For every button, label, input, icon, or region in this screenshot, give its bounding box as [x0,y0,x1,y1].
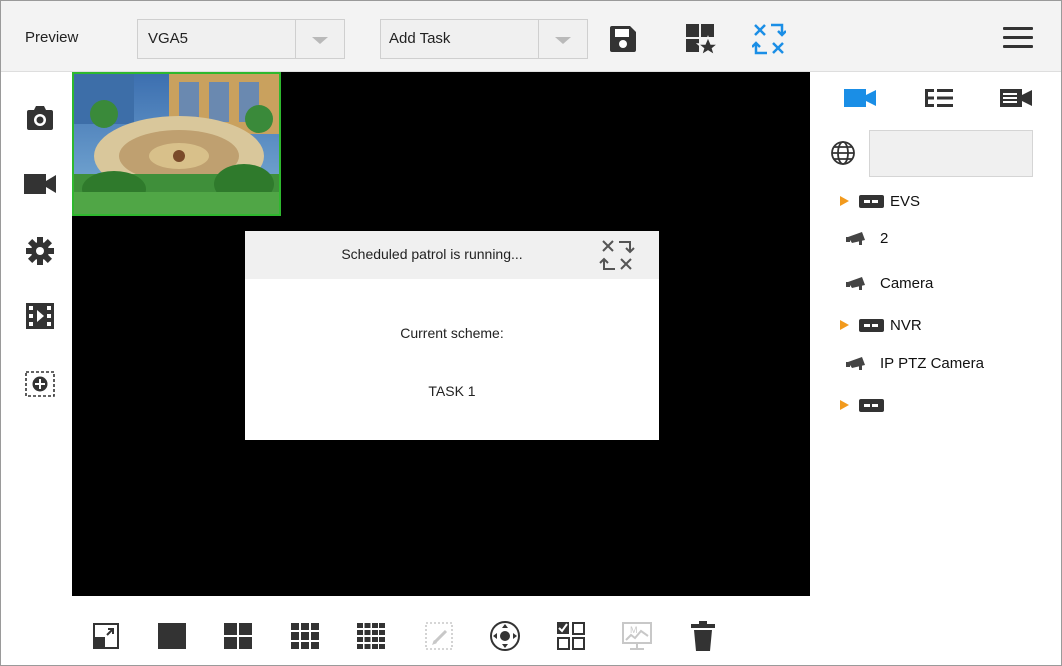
playback-film-icon[interactable] [22,298,58,334]
ptz-control-icon[interactable] [487,618,523,654]
view-select[interactable]: VGA5 [137,19,345,59]
tree-item-label: EVS [890,192,921,210]
tree-item-camera[interactable]: Camera [846,272,933,294]
expand-arrow-icon[interactable] [840,320,849,330]
task-select-divider [538,20,539,58]
dialog-title: Scheduled patrol is running... [245,246,659,262]
layout-1-icon[interactable] [154,618,190,654]
expand-arrow-icon[interactable] [840,196,849,206]
save-icon[interactable] [605,21,641,57]
globe-icon[interactable] [829,139,857,167]
task-select[interactable]: Add Task [380,19,588,59]
tree-item-label: IP PTZ Camera [880,354,984,372]
menu-icon[interactable] [1003,27,1033,49]
svg-text:M: M [630,625,638,635]
patrol-icon[interactable] [751,21,787,57]
current-scheme-value: TASK 1 [428,383,476,399]
camera-list-icon[interactable] [842,84,878,112]
camera-icon [846,277,865,290]
camera-preview-thumbnail[interactable] [72,72,281,216]
stop-patrol-icon[interactable] [599,237,635,273]
tree-item-device[interactable] [840,394,890,416]
tree-item-label: 2 [880,229,889,247]
device-search-input[interactable] [869,130,1033,177]
tree-item-ip-ptz-camera[interactable]: IP PTZ Camera [846,352,984,374]
layout-9-icon[interactable] [287,618,323,654]
custom-layout-icon[interactable] [421,618,457,654]
camera-snapshot-icon[interactable] [22,100,58,136]
tree-item-camera-2[interactable]: 2 [846,227,888,249]
chevron-down-icon[interactable] [312,37,328,44]
tree-item-nvr[interactable]: NVR [840,314,922,336]
current-scheme-label: Current scheme: [400,325,504,341]
view-select-divider [295,20,296,58]
monitor-icon[interactable]: M [619,618,655,654]
settings-gear-icon[interactable] [22,233,58,269]
top-toolbar: Preview VGA5 Add Task [1,1,1061,72]
layout-4-icon[interactable] [220,618,256,654]
fullscreen-icon[interactable] [88,618,124,654]
group-list-icon[interactable] [921,84,957,112]
add-window-icon[interactable] [22,366,58,402]
dialog-title-text: Scheduled patrol is running... [341,246,523,262]
device-icon [859,318,884,332]
multi-select-icon[interactable] [553,618,589,654]
view-list-icon[interactable] [998,84,1034,112]
page-title: Preview [25,29,79,46]
chevron-down-icon[interactable] [555,37,571,44]
video-record-icon[interactable] [22,166,58,202]
tree-item-evs[interactable]: EVS [840,190,920,212]
expand-arrow-icon[interactable] [840,400,849,410]
camera-icon [846,232,865,245]
favorite-view-icon[interactable] [683,21,719,57]
tree-item-label: NVR [890,316,922,334]
delete-icon[interactable] [685,618,721,654]
patrol-status-dialog: Scheduled patrol is running... Current s… [245,231,659,440]
layout-16-icon[interactable] [353,618,389,654]
device-icon [859,194,884,208]
view-select-value: VGA5 [148,30,189,47]
device-icon [859,398,884,412]
tree-item-label: Camera [880,274,934,292]
camera-icon [846,357,865,370]
task-select-value: Add Task [389,30,451,47]
